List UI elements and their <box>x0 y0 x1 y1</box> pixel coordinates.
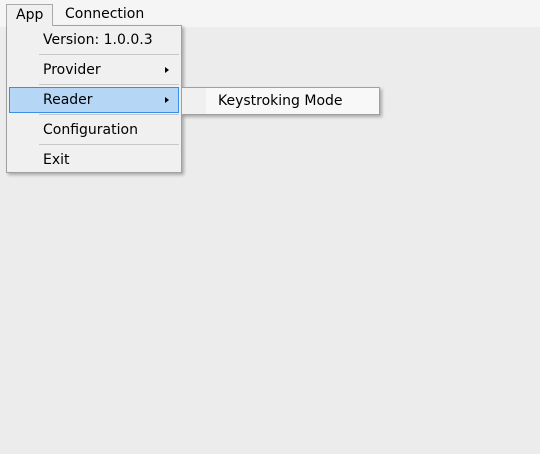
menu-bar: App Connection <box>0 0 540 27</box>
menu-item-label: Exit <box>43 152 70 168</box>
menu-item-version[interactable]: Version: 1.0.0.3 <box>9 27 179 53</box>
menu-separator <box>39 114 179 115</box>
reader-submenu: Keystroking Mode <box>181 87 380 115</box>
menu-separator <box>39 144 179 145</box>
submenu-arrow-icon <box>165 67 169 73</box>
menu-item-label: Provider <box>43 62 101 78</box>
menu-item-label: Version: 1.0.0.3 <box>43 32 153 48</box>
menu-item-label: Keystroking Mode <box>218 93 343 109</box>
menu-separator <box>39 54 179 55</box>
menu-separator <box>39 84 179 85</box>
menu-item-exit[interactable]: Exit <box>9 147 179 173</box>
submenu-arrow-icon <box>165 97 169 103</box>
menu-item-keystroking-mode[interactable]: Keystroking Mode <box>184 89 377 113</box>
menu-item-label: Reader <box>43 92 93 108</box>
menu-item-label: Configuration <box>43 122 138 138</box>
menu-item-reader[interactable]: Reader <box>9 87 179 113</box>
app-dropdown-menu: Version: 1.0.0.3 Provider Reader Configu… <box>6 25 182 173</box>
menu-item-provider[interactable]: Provider <box>9 57 179 83</box>
menu-item-configuration[interactable]: Configuration <box>9 117 179 143</box>
menu-app[interactable]: App <box>6 4 54 26</box>
menu-connection[interactable]: Connection <box>56 4 153 25</box>
